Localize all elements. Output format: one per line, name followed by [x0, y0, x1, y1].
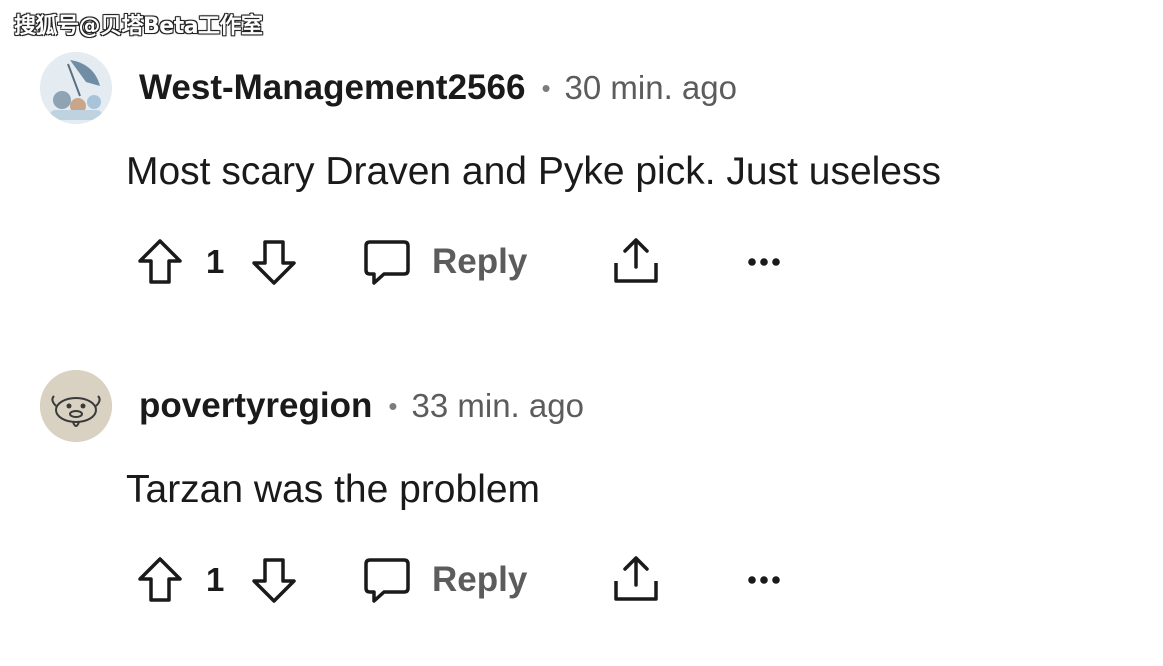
comment-header: povertyregion • 33 min. ago	[139, 386, 584, 426]
vote-score: 1	[206, 561, 225, 598]
separator-dot: •	[541, 72, 551, 103]
share-upload-icon	[614, 238, 658, 283]
share-button[interactable]	[610, 232, 662, 292]
timestamp[interactable]: 33 min. ago	[412, 387, 584, 425]
reply-button[interactable]: Reply	[362, 550, 527, 610]
share-upload-icon	[614, 556, 658, 601]
comment-header: West-Management2566 • 30 min. ago	[139, 68, 737, 108]
reply-label: Reply	[432, 242, 528, 281]
arrow-up-outline-icon	[138, 239, 182, 284]
vote-score: 1	[206, 243, 225, 280]
comment-body: Tarzan was the problem	[126, 468, 541, 511]
downvote-button[interactable]	[250, 550, 298, 610]
timestamp[interactable]: 30 min. ago	[565, 69, 737, 107]
watermark: 搜狐号@贝塔Beta工作室	[14, 14, 263, 39]
more-dots-icon	[748, 576, 780, 584]
comment-actions: 1 Reply	[0, 550, 900, 610]
avatar[interactable]	[40, 370, 112, 442]
comment-actions: 1 Reply	[0, 232, 900, 292]
speech-bubble-icon	[364, 240, 410, 285]
comment-body: Most scary Draven and Pyke pick. Just us…	[126, 150, 941, 193]
comment: West-Management2566 • 30 min. ago Most s…	[0, 48, 1163, 348]
avatar[interactable]	[40, 52, 112, 124]
more-options-button[interactable]	[744, 232, 784, 292]
username[interactable]: povertyregion	[139, 386, 372, 426]
arrow-up-outline-icon	[138, 557, 182, 602]
reply-button[interactable]: Reply	[362, 232, 527, 292]
upvote-button[interactable]	[136, 232, 184, 292]
share-button[interactable]	[610, 550, 662, 610]
comment: povertyregion • 33 min. ago Tarzan was t…	[0, 366, 1163, 666]
arrow-down-outline-icon	[252, 240, 296, 285]
speech-bubble-icon	[364, 558, 410, 603]
arrow-down-outline-icon	[252, 558, 296, 603]
username[interactable]: West-Management2566	[139, 68, 525, 108]
separator-dot: •	[388, 390, 398, 421]
more-dots-icon	[748, 258, 780, 266]
downvote-button[interactable]	[250, 232, 298, 292]
more-options-button[interactable]	[744, 550, 784, 610]
reply-label: Reply	[432, 560, 528, 599]
upvote-button[interactable]	[136, 550, 184, 610]
